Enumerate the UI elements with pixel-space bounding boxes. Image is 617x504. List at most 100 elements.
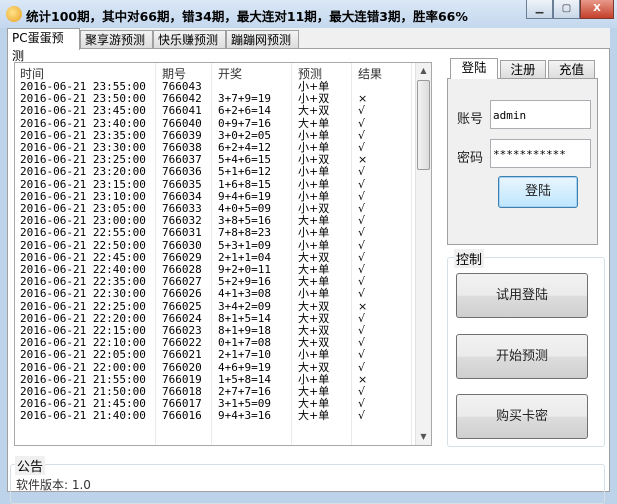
table-row[interactable]: 2016-06-21 22:00:00 766020 4+6+9=19 大+双 √	[15, 360, 415, 374]
tab-jxy[interactable]: 聚享游预测	[80, 30, 153, 49]
account-input[interactable]: admin	[490, 100, 591, 129]
table-row[interactable]: 2016-06-21 22:30:00 766026 4+1+3=08 小+单 √	[15, 288, 415, 300]
row-time: 2016-06-21 23:05:00	[20, 202, 146, 215]
row-result: √	[358, 177, 366, 191]
row-draw: 3+1+5=09	[218, 397, 271, 411]
row-predict: 大+双	[298, 360, 330, 374]
table-row[interactable]: 2016-06-21 23:55:00 766043 小+单	[15, 81, 415, 93]
row-result: √	[358, 202, 366, 215]
tab-bbw[interactable]: 蹦蹦网预测	[226, 30, 299, 49]
table-row[interactable]: 2016-06-21 23:15:00 766035 1+6+8=15 小+单 √	[15, 177, 415, 191]
row-issue: 766036	[162, 165, 202, 179]
row-predict: 大+双	[298, 299, 330, 313]
row-predict: 大+单	[298, 214, 330, 228]
row-predict: 小+双	[298, 153, 330, 167]
table-row[interactable]: 2016-06-21 23:25:00 766037 5+4+6=15 小+双 ×	[15, 154, 415, 166]
row-draw: 1+6+8=15	[218, 177, 271, 191]
row-issue: 766024	[162, 311, 202, 325]
row-time: 2016-06-21 22:30:00	[20, 287, 146, 301]
row-time: 2016-06-21 23:15:00	[20, 177, 146, 191]
notice-group	[10, 464, 605, 504]
row-time: 2016-06-21 23:35:00	[20, 128, 146, 142]
row-result: √	[358, 226, 366, 240]
table-row[interactable]: 2016-06-21 22:05:00 766021 2+1+7=10 小+单 √	[15, 349, 415, 361]
row-result: √	[358, 116, 366, 130]
row-issue: 766016	[162, 409, 202, 423]
row-draw: 9+4+3=16	[218, 409, 271, 423]
tab-register[interactable]: 注册	[500, 60, 546, 79]
notice-label: 公告	[15, 456, 46, 475]
row-draw: 6+2+4=12	[218, 141, 271, 154]
table-row[interactable]: 2016-06-21 22:45:00 766029 2+1+1=04 大+双 √	[15, 251, 415, 264]
table-row[interactable]: 2016-06-21 23:30:00 766038 6+2+4=12 小+单 √	[15, 142, 415, 154]
row-issue: 766028	[162, 263, 202, 276]
row-predict: 大+单	[298, 116, 330, 130]
table-row[interactable]: 2016-06-21 22:55:00 766031 7+8+8=23 小+单 √	[15, 227, 415, 239]
table-row[interactable]: 2016-06-21 23:00:00 766032 3+8+5=16 大+单 √	[15, 215, 415, 227]
tab-pcdd[interactable]: PC蛋蛋预测	[7, 28, 80, 63]
table-row[interactable]: 2016-06-21 22:10:00 766022 0+1+7=08 大+双 √	[15, 337, 415, 349]
table-row[interactable]: 2016-06-21 21:40:00 766016 9+4+3=16 大+单 √	[15, 410, 415, 422]
table-row[interactable]: 2016-06-21 23:05:00 766033 4+0+5=09 小+双 √	[15, 203, 415, 215]
table-row[interactable]: 2016-06-21 23:35:00 766039 3+0+2=05 小+单 √	[15, 128, 415, 142]
tab-recharge[interactable]: 充值	[548, 60, 595, 79]
table-row[interactable]: 2016-06-21 22:20:00 766024 8+1+5=14 大+双 √	[15, 311, 415, 325]
row-issue: 766042	[162, 92, 202, 106]
row-time: 2016-06-21 21:45:00	[20, 397, 146, 411]
tab-login[interactable]: 登陆	[450, 58, 498, 79]
table-row[interactable]: 2016-06-21 22:25:00 766025 3+4+2=09 大+双 ×	[15, 299, 415, 313]
row-draw: 7+8+8=23	[218, 226, 271, 240]
vertical-scrollbar[interactable]: ▲ ▼	[415, 63, 431, 445]
table-row[interactable]: 2016-06-21 21:50:00 766018 2+7+7=16 大+单 √	[15, 386, 415, 398]
start-predict-button[interactable]: 开始预测	[456, 334, 588, 379]
table-row[interactable]: 2016-06-21 21:45:00 766017 3+1+5=09 大+单 √	[15, 398, 415, 410]
table-row[interactable]: 2016-06-21 22:35:00 766027 5+2+9=16 大+单 √	[15, 276, 415, 288]
scroll-thumb[interactable]	[417, 80, 430, 170]
table-row[interactable]: 2016-06-21 22:40:00 766028 9+2+0=11 大+单 √	[15, 264, 415, 276]
row-time: 2016-06-21 23:45:00	[20, 104, 146, 118]
row-time: 2016-06-21 22:25:00	[20, 299, 146, 313]
table-row[interactable]: 2016-06-21 23:45:00 766041 6+2+6=14 大+双 √	[15, 105, 415, 117]
table-row[interactable]: 2016-06-21 23:20:00 766036 5+1+6=12 小+单 √	[15, 166, 415, 178]
table-row[interactable]: 2016-06-21 23:50:00 766042 3+7+9=19 小+双 ×	[15, 93, 415, 105]
tab-klz[interactable]: 快乐赚预测	[153, 30, 226, 49]
row-issue: 766019	[162, 372, 202, 386]
table-row[interactable]: 2016-06-21 22:15:00 766023 8+1+9=18 大+双 √	[15, 325, 415, 337]
row-draw: 0+1+7=08	[218, 336, 271, 350]
row-predict: 小+单	[298, 177, 330, 191]
trial-login-button[interactable]: 试用登陆	[456, 273, 588, 318]
row-draw: 2+1+7=10	[218, 348, 271, 362]
column-header-draw[interactable]: 开奖	[218, 65, 242, 82]
row-draw: 3+8+5=16	[218, 214, 271, 228]
row-time: 2016-06-21 21:55:00	[20, 372, 146, 386]
column-header-result[interactable]: 结果	[358, 65, 382, 82]
login-button[interactable]: 登陆	[498, 176, 578, 208]
scroll-down-arrow-icon[interactable]: ▼	[416, 429, 431, 445]
row-predict: 小+单	[298, 165, 330, 179]
prediction-table[interactable]: 时间 期号 开奖 预测 结果 2016-06-21 23:55:00 766043…	[14, 62, 432, 446]
scroll-up-arrow-icon[interactable]: ▲	[416, 63, 431, 79]
app-icon	[6, 6, 22, 22]
buy-card-button[interactable]: 购买卡密	[456, 394, 588, 439]
row-time: 2016-06-21 23:10:00	[20, 189, 146, 203]
row-draw: 5+3+1=09	[218, 238, 271, 252]
row-draw: 1+5+8=14	[218, 372, 271, 386]
minimize-button[interactable]: ▁	[526, 0, 553, 19]
row-issue: 766034	[162, 189, 202, 203]
maximize-button[interactable]: ▢	[553, 0, 580, 19]
table-row[interactable]: 2016-06-21 23:40:00 766040 0+9+7=16 大+单 √	[15, 116, 415, 130]
table-row[interactable]: 2016-06-21 23:10:00 766034 9+4+6=19 小+单 √	[15, 189, 415, 203]
row-draw: 3+4+2=09	[218, 299, 271, 313]
row-time: 2016-06-21 23:50:00	[20, 92, 146, 106]
table-row[interactable]: 2016-06-21 22:50:00 766030 5+3+1=09 小+单 √	[15, 238, 415, 252]
password-input[interactable]: ***********	[490, 139, 591, 168]
row-draw: 4+6+9=19	[218, 360, 271, 374]
row-result: √	[358, 324, 366, 337]
row-draw: 9+2+0=11	[218, 263, 271, 276]
close-button[interactable]: X	[580, 0, 614, 19]
row-result: √	[358, 214, 366, 228]
row-issue: 766043	[162, 80, 202, 93]
table-row[interactable]: 2016-06-21 21:55:00 766019 1+5+8=14 小+单 ×	[15, 372, 415, 386]
row-issue: 766033	[162, 202, 202, 215]
row-issue: 766035	[162, 177, 202, 191]
